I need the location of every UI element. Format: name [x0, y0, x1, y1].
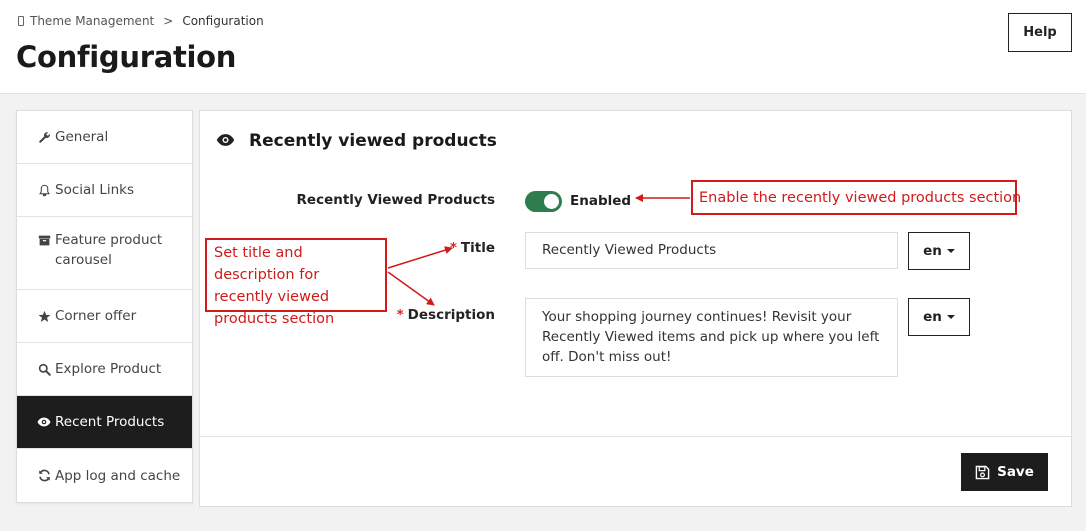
save-label: Save: [997, 464, 1034, 480]
star-icon: [37, 309, 51, 323]
annotation-enable-note: Enable the recently viewed products sect…: [691, 180, 1021, 215]
sidebar-item-label: Social Links: [55, 182, 134, 198]
eye-icon: [37, 415, 51, 429]
sidebar-item-label: Corner offer: [55, 308, 137, 324]
breadcrumb: Theme Management > Configuration: [18, 14, 264, 28]
search-icon: [37, 362, 51, 376]
annotation-title-description-note: Set title and description for recently v…: [205, 238, 387, 327]
recently-viewed-toggle[interactable]: [525, 191, 562, 212]
panel-header: Recently viewed products: [216, 131, 497, 151]
page-title: Configuration: [16, 40, 237, 74]
language-value: en: [923, 309, 942, 325]
floppy-disk-icon: [975, 465, 990, 479]
sidebar-item-social-links[interactable]: Social Links: [17, 164, 192, 217]
sidebar-item-label: Explore Product: [55, 361, 162, 377]
settings-sidebar: General Social Links Feature product car…: [16, 110, 193, 503]
refresh-icon: [37, 469, 51, 483]
divider: [200, 436, 1071, 437]
caret-down-icon: [946, 249, 955, 253]
save-button[interactable]: Save: [961, 453, 1048, 491]
eye-icon: [216, 132, 235, 151]
toggle-label: Recently Viewed Products: [296, 192, 495, 208]
bell-icon: [37, 183, 51, 197]
breadcrumb-current: Configuration: [182, 14, 264, 28]
sidebar-item-recent-products[interactable]: Recent Products: [17, 396, 192, 449]
title-label-text: Title: [460, 240, 495, 256]
sidebar-item-feature-product-carousel[interactable]: Feature product carousel: [17, 217, 192, 290]
required-marker: *: [449, 240, 457, 256]
title-input[interactable]: Recently Viewed Products: [525, 232, 898, 269]
description-label-text: Description: [407, 307, 495, 323]
page-header: Theme Management > Configuration Configu…: [0, 0, 1086, 94]
sidebar-item-label: General: [55, 129, 109, 145]
sidebar-item-general[interactable]: General: [17, 111, 192, 164]
breadcrumb-separator: >: [163, 14, 174, 28]
description-language-dropdown[interactable]: en: [908, 298, 970, 336]
wrench-icon: [37, 130, 51, 144]
description-field-label: * Description: [397, 307, 495, 323]
sidebar-item-label: Recent Products: [55, 414, 165, 430]
title-field-label: * Title: [450, 240, 495, 256]
help-button[interactable]: Help: [1008, 13, 1072, 52]
sidebar-item-corner-offer[interactable]: Corner offer: [17, 290, 192, 343]
toggle-knob: [544, 194, 559, 209]
required-marker: *: [396, 307, 404, 323]
description-textarea[interactable]: Your shopping journey continues! Revisit…: [525, 298, 898, 377]
caret-down-icon: [946, 315, 955, 319]
mobile-icon: [18, 16, 24, 26]
breadcrumb-link-theme-management[interactable]: Theme Management: [30, 14, 154, 28]
sidebar-item-label: App log and cache: [55, 467, 181, 484]
sidebar-item-explore-product[interactable]: Explore Product: [17, 343, 192, 396]
archive-icon: [37, 233, 51, 247]
sidebar-item-label: Feature product carousel: [55, 232, 163, 268]
sidebar-item-app-log-and-cache[interactable]: App log and cache: [17, 449, 192, 502]
panel-title: Recently viewed products: [249, 131, 497, 151]
language-value: en: [923, 243, 942, 259]
toggle-status-text: Enabled: [570, 193, 632, 209]
title-language-dropdown[interactable]: en: [908, 232, 970, 270]
